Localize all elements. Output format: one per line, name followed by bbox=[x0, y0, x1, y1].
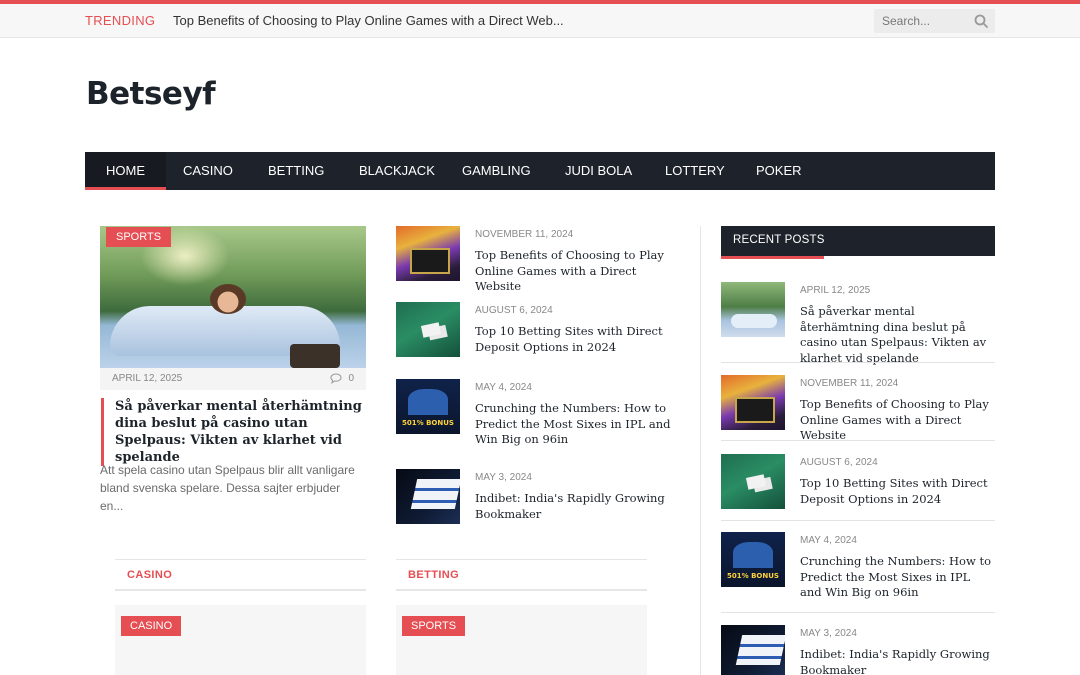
post-date: MAY 4, 2024 bbox=[475, 382, 532, 393]
post-title[interactable]: Crunching the Numbers: How to Predict th… bbox=[800, 554, 994, 601]
nav-item-judi-bola[interactable]: JUDI BOLA bbox=[544, 152, 653, 190]
featured-excerpt: Att spela casino utan Spelpaus blir allt… bbox=[100, 463, 355, 513]
post-date: MAY 3, 2024 bbox=[475, 472, 532, 483]
post-title[interactable]: Så påverkar mental återhämtning dina bes… bbox=[800, 304, 994, 366]
post-date: NOVEMBER 11, 2024 bbox=[475, 229, 574, 240]
post-title[interactable]: Crunching the Numbers: How to Predict th… bbox=[475, 401, 675, 448]
divider bbox=[721, 440, 995, 441]
featured-meta: APRIL 12, 2025 0 bbox=[100, 368, 366, 390]
post-thumbnail[interactable] bbox=[721, 625, 785, 675]
search-input[interactable] bbox=[882, 13, 968, 29]
post-thumbnail[interactable] bbox=[396, 226, 460, 281]
column-divider bbox=[700, 226, 701, 675]
divider bbox=[721, 612, 995, 613]
widget-title: RECENT POSTS bbox=[733, 234, 825, 246]
nav-item-lottery[interactable]: LOTTERY bbox=[644, 152, 746, 190]
post-thumbnail[interactable] bbox=[721, 532, 785, 587]
post-title[interactable]: Top Benefits of Choosing to Play Online … bbox=[800, 397, 994, 444]
search-box bbox=[874, 9, 995, 33]
post-title[interactable]: Top Benefits of Choosing to Play Online … bbox=[475, 248, 675, 295]
nav-item-casino[interactable]: CASINO bbox=[162, 152, 254, 190]
category-block-title[interactable]: BETTING bbox=[408, 569, 459, 581]
nav-item-blackjack[interactable]: BLACKJACK bbox=[338, 152, 456, 190]
post-title[interactable]: Top 10 Betting Sites with Direct Deposit… bbox=[475, 324, 675, 355]
divider bbox=[721, 520, 995, 521]
search-icon[interactable] bbox=[973, 13, 989, 29]
post-thumbnail[interactable] bbox=[721, 375, 785, 430]
post-thumbnail[interactable] bbox=[396, 379, 460, 434]
featured-comment-count[interactable]: 0 bbox=[348, 373, 354, 384]
widget-accent bbox=[721, 256, 824, 259]
featured-category-badge[interactable]: SPORTS bbox=[106, 227, 172, 247]
post-thumbnail[interactable] bbox=[396, 302, 460, 357]
trending-link[interactable]: Top Benefits of Choosing to Play Online … bbox=[173, 13, 564, 28]
featured-image[interactable] bbox=[100, 226, 366, 368]
post-title[interactable]: Indibet: India's Rapidly Growing Bookmak… bbox=[800, 647, 994, 675]
nav-item-home[interactable]: HOME bbox=[85, 152, 166, 190]
category-block-title[interactable]: CASINO bbox=[127, 569, 172, 581]
post-thumbnail[interactable] bbox=[396, 469, 460, 524]
site-logo[interactable]: Betseyf bbox=[86, 76, 216, 112]
recent-posts-header: RECENT POSTS bbox=[721, 226, 995, 259]
post-date: APRIL 12, 2025 bbox=[800, 285, 871, 296]
nav-item-betting[interactable]: BETTING bbox=[247, 152, 345, 190]
top-bar: TRENDING Top Benefits of Choosing to Pla… bbox=[0, 0, 1080, 38]
post-date: AUGUST 6, 2024 bbox=[800, 457, 878, 468]
post-title[interactable]: Top 10 Betting Sites with Direct Deposit… bbox=[800, 476, 994, 507]
nav-item-poker[interactable]: POKER bbox=[735, 152, 823, 190]
post-date: MAY 4, 2024 bbox=[800, 535, 857, 546]
category-badge[interactable]: CASINO bbox=[121, 616, 182, 636]
trending-label: TRENDING bbox=[85, 13, 156, 28]
post-title[interactable]: Indibet: India's Rapidly Growing Bookmak… bbox=[475, 491, 675, 522]
divider bbox=[721, 362, 995, 363]
category-block-betting-header: BETTING bbox=[396, 559, 647, 591]
featured-date: APRIL 12, 2025 bbox=[112, 373, 183, 384]
nav-item-gambling[interactable]: GAMBLING bbox=[441, 152, 552, 190]
comment-icon bbox=[330, 373, 342, 384]
category-block-casino-header: CASINO bbox=[115, 559, 366, 591]
main-nav: HOME CASINO BETTING BLACKJACK GAMBLING J… bbox=[85, 152, 995, 190]
post-date: AUGUST 6, 2024 bbox=[475, 305, 553, 316]
post-date: MAY 3, 2024 bbox=[800, 628, 857, 639]
post-date: NOVEMBER 11, 2024 bbox=[800, 378, 899, 389]
post-thumbnail[interactable] bbox=[721, 282, 785, 337]
category-badge[interactable]: SPORTS bbox=[402, 616, 466, 636]
post-thumbnail[interactable] bbox=[721, 454, 785, 509]
featured-title[interactable]: Så påverkar mental återhämtning dina bes… bbox=[101, 398, 369, 466]
